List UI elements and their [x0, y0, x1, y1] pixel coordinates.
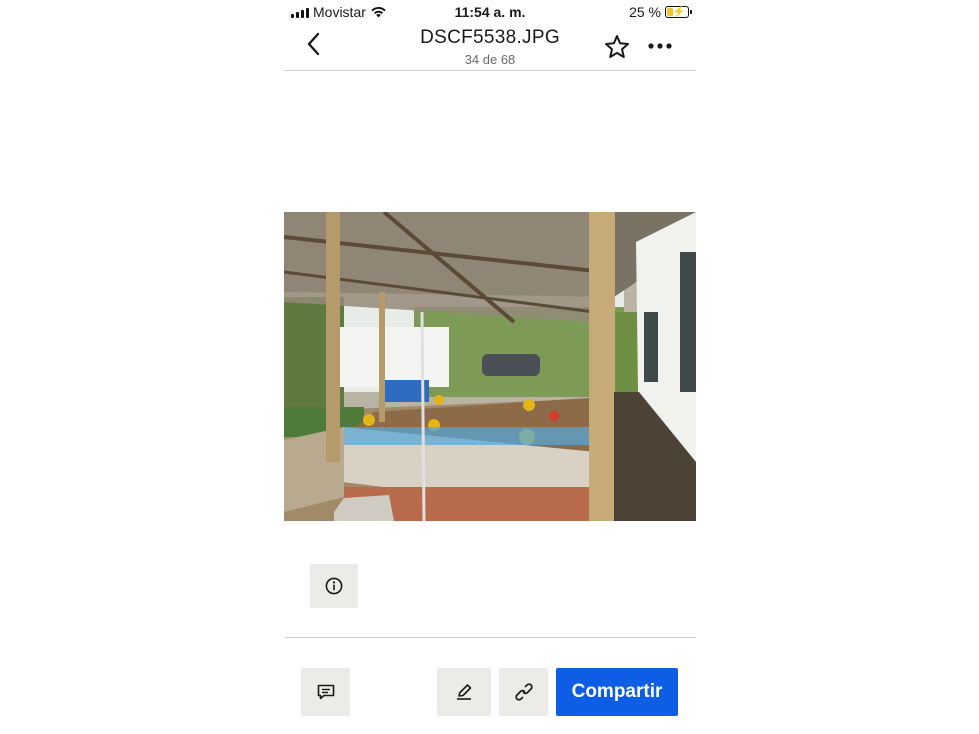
- info-icon: [325, 577, 343, 595]
- share-button[interactable]: Compartir: [556, 668, 678, 716]
- toolbar-divider: [284, 637, 696, 638]
- copy-link-button[interactable]: [499, 668, 548, 716]
- file-position: 34 de 68: [464, 52, 516, 67]
- comment-button[interactable]: [301, 668, 350, 716]
- photo-preview[interactable]: [284, 212, 696, 521]
- edit-button[interactable]: [437, 668, 491, 716]
- comment-icon: [317, 684, 334, 700]
- battery-percent: 25 %: [629, 4, 661, 20]
- app-screen: Movistar 11:54 a. m. 25 % ⚡ DSCF5538.JPG…: [284, 0, 696, 734]
- info-button[interactable]: [310, 564, 358, 608]
- file-header: DSCF5538.JPG 34 de 68: [284, 24, 696, 71]
- file-title: DSCF5538.JPG: [420, 27, 560, 48]
- battery-icon: ⚡: [665, 6, 692, 18]
- star-icon[interactable]: [603, 33, 631, 61]
- link-icon: [514, 683, 533, 701]
- more-horizontal-icon[interactable]: [647, 38, 675, 54]
- status-bar: Movistar 11:54 a. m. 25 % ⚡: [284, 0, 696, 24]
- status-right: 25 % ⚡: [629, 4, 692, 20]
- photo-illustration: [284, 212, 696, 521]
- pencil-icon: [457, 684, 472, 700]
